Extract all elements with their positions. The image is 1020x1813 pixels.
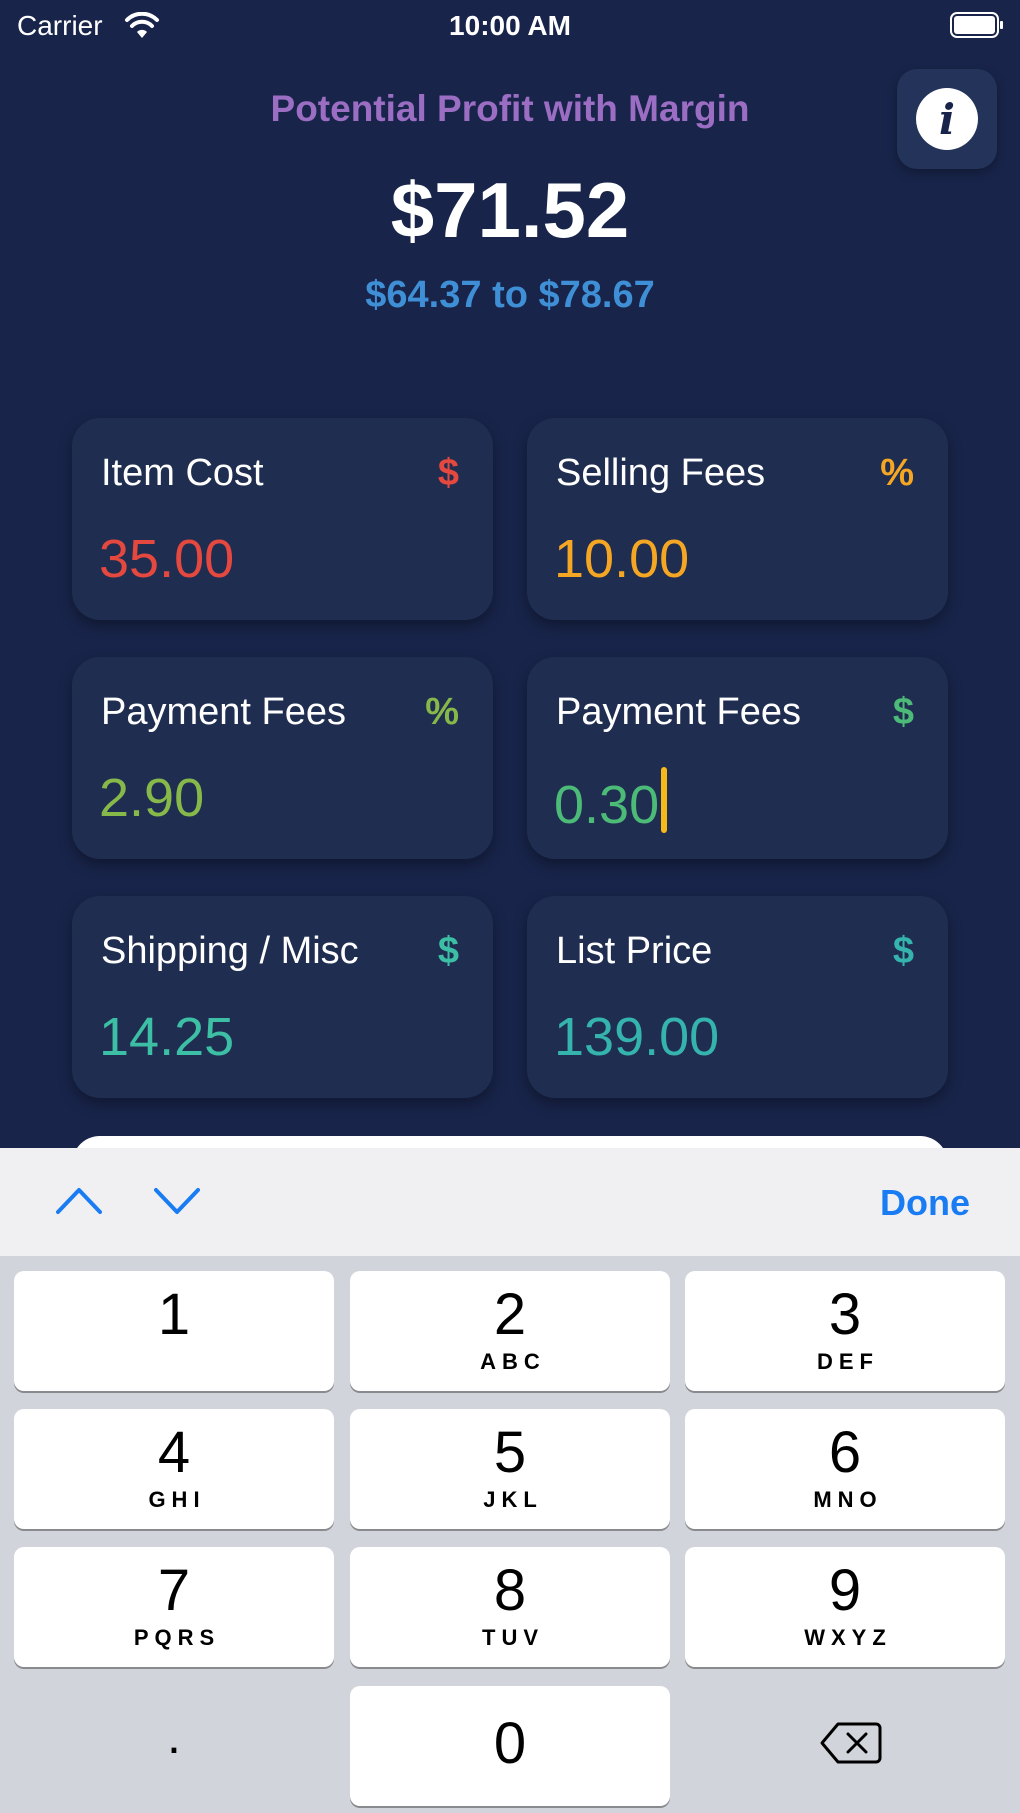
selling-fees-input[interactable]: 10.00 xyxy=(554,528,689,590)
battery-icon xyxy=(950,12,1003,38)
key-digit: 8 xyxy=(493,1558,527,1623)
item-cost-card[interactable]: Item Cost $ 35.00 xyxy=(72,418,493,620)
keyboard-accessory-bar: Done xyxy=(0,1148,1020,1256)
dollar-icon: $ xyxy=(892,930,914,972)
key-letters: ABC xyxy=(480,1349,546,1374)
dollar-icon: $ xyxy=(437,930,459,972)
key-digit: 3 xyxy=(828,1282,862,1347)
card-label: Item Cost xyxy=(101,452,264,494)
card-label: Payment Fees xyxy=(101,691,346,733)
key-1[interactable]: 1 xyxy=(14,1271,334,1391)
key-letters: GHI xyxy=(148,1487,206,1512)
status-time: 10:00 AM xyxy=(449,10,571,41)
info-icon: i xyxy=(916,88,978,150)
payment-fees-dollar-card[interactable]: Payment Fees $ 0.30 xyxy=(527,657,948,859)
percent-icon: % xyxy=(425,691,459,733)
key-8[interactable]: 8 TUV xyxy=(350,1547,670,1667)
done-button[interactable]: Done xyxy=(880,1182,970,1224)
payment-fees-dollar-input[interactable]: 0.30 xyxy=(554,767,668,836)
profit-subtitle: Potential Profit with Margin xyxy=(270,88,750,129)
key-digit: 9 xyxy=(828,1558,862,1623)
card-label: Payment Fees xyxy=(556,691,801,733)
key-2[interactable]: 2 ABC xyxy=(350,1271,670,1391)
key-0[interactable]: 0 xyxy=(350,1686,670,1806)
list-price-input[interactable]: 139.00 xyxy=(554,1006,719,1068)
key-letters: PQRS xyxy=(133,1625,221,1650)
status-bar: Carrier 10:00 AM xyxy=(0,0,1020,52)
card-label: Shipping / Misc xyxy=(101,930,359,972)
key-digit: 0 xyxy=(493,1711,527,1776)
chevron-down-icon[interactable] xyxy=(152,1178,202,1224)
key-4[interactable]: 4 GHI xyxy=(14,1409,334,1529)
text-cursor xyxy=(661,767,668,833)
key-digit: 7 xyxy=(157,1558,191,1623)
percent-icon: % xyxy=(880,452,914,494)
dollar-icon: $ xyxy=(437,452,459,494)
key-digit: 4 xyxy=(157,1420,191,1485)
item-cost-input[interactable]: 35.00 xyxy=(99,528,234,590)
key-digit: 1 xyxy=(157,1282,191,1347)
key-letters: WXYZ xyxy=(804,1625,892,1650)
payment-fees-dollar-value: 0.30 xyxy=(554,775,660,835)
key-7[interactable]: 7 PQRS xyxy=(14,1547,334,1667)
shipping-misc-card[interactable]: Shipping / Misc $ 14.25 xyxy=(72,896,493,1098)
backspace-icon[interactable] xyxy=(820,1720,882,1766)
list-price-card[interactable]: List Price $ 139.00 xyxy=(527,896,948,1098)
payment-fees-percent-card[interactable]: Payment Fees % 2.90 xyxy=(72,657,493,859)
key-digit: 5 xyxy=(493,1420,527,1485)
key-digit: 6 xyxy=(828,1420,862,1485)
key-3[interactable]: 3 DEF xyxy=(685,1271,1005,1391)
key-9[interactable]: 9 WXYZ xyxy=(685,1547,1005,1667)
key-letters: TUV xyxy=(482,1625,544,1650)
chevron-up-icon[interactable] xyxy=(54,1178,104,1224)
key-letters: MNO xyxy=(813,1487,883,1512)
selling-fees-card[interactable]: Selling Fees % 10.00 xyxy=(527,418,948,620)
dollar-icon: $ xyxy=(892,691,914,733)
profit-amount: $71.52 xyxy=(390,166,630,254)
key-letters: DEF xyxy=(817,1349,879,1374)
key-6[interactable]: 6 MNO xyxy=(685,1409,1005,1529)
decimal-key[interactable]: . xyxy=(14,1686,334,1806)
profit-range: $64.37 to $78.67 xyxy=(365,274,655,316)
key-5[interactable]: 5 JKL xyxy=(350,1409,670,1529)
key-digit: 2 xyxy=(493,1282,527,1347)
payment-fees-percent-input[interactable]: 2.90 xyxy=(99,767,204,829)
card-label: Selling Fees xyxy=(556,452,766,494)
info-button[interactable]: i xyxy=(897,69,997,169)
key-letters: JKL xyxy=(483,1487,543,1512)
card-label: List Price xyxy=(556,930,713,972)
shipping-misc-input[interactable]: 14.25 xyxy=(99,1006,234,1068)
